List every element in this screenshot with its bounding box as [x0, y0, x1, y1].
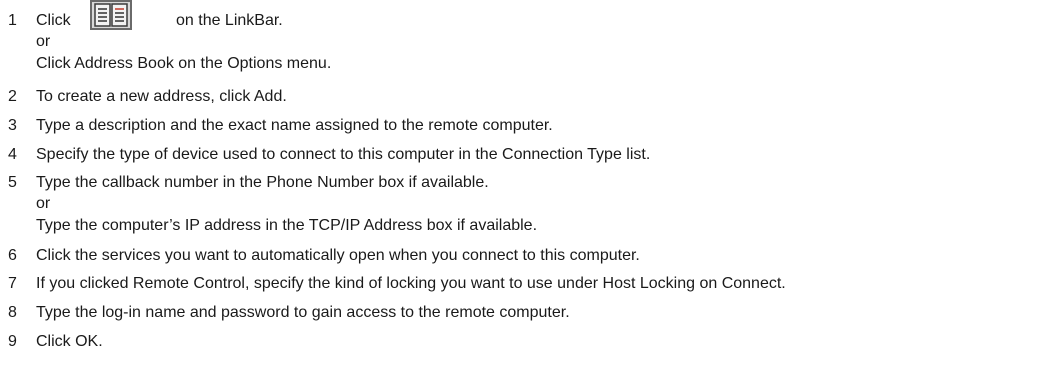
step-number: 6 — [8, 247, 17, 264]
step-text: Click the services you want to automatic… — [36, 247, 640, 264]
step-text: Type the log-in name and password to gai… — [36, 304, 570, 321]
step-text: or — [36, 195, 51, 212]
step-number: 3 — [8, 117, 17, 134]
step-text: Type the callback number in the Phone Nu… — [36, 174, 489, 191]
step-number: 1 — [8, 12, 17, 29]
step-text: Click — [36, 12, 71, 29]
step-text: Type the computer’s IP address in the TC… — [36, 217, 538, 234]
step-number: 4 — [8, 146, 17, 163]
step-text: Click OK. — [36, 333, 103, 350]
step-number: 2 — [8, 88, 17, 105]
step-text: Specify the type of device used to conne… — [36, 146, 651, 163]
address-book-icon — [90, 0, 132, 30]
step-text: Type a description and the exact name as… — [36, 117, 553, 134]
step-text: Click Address Book on the Options menu. — [36, 55, 332, 72]
step-number: 9 — [8, 333, 17, 350]
step-text: If you clicked Remote Control, specify t… — [36, 275, 786, 292]
step-text: To create a new address, click Add. — [36, 88, 287, 105]
step-number: 8 — [8, 304, 17, 321]
step-text: on the LinkBar. — [176, 12, 283, 29]
step-text: or — [36, 33, 51, 50]
step-number: 5 — [8, 174, 17, 191]
step-number: 7 — [8, 275, 17, 292]
